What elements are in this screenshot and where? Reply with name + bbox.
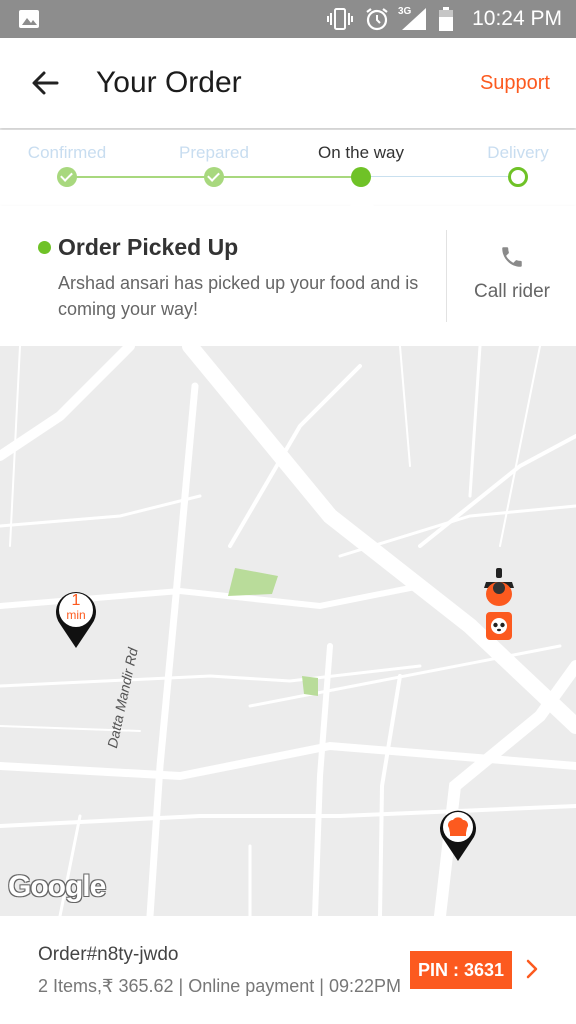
status-message: Arshad ansari has picked up your food an… <box>58 273 419 319</box>
gallery-icon <box>18 0 40 38</box>
phone-icon <box>502 247 522 267</box>
clock: 10:24 PM <box>472 7 562 30</box>
order-id: Order#n8ty-jwdo <box>38 944 179 965</box>
signal-icon: 3G <box>398 0 428 38</box>
page-title: Your Order <box>96 66 242 99</box>
step-label-on-the-way: On the way <box>318 143 404 162</box>
delivery-pin-badge: PIN : 3631 <box>410 951 512 989</box>
step-dot-delivery <box>508 167 528 187</box>
scooter-icon <box>484 568 514 640</box>
call-rider-button[interactable]: Call rider <box>460 244 564 303</box>
step-dot-confirmed <box>57 167 77 187</box>
network-type: 3G <box>398 6 412 17</box>
chevron-right-icon[interactable] <box>522 956 542 982</box>
card-divider <box>446 230 447 322</box>
google-logo: Google <box>8 870 106 903</box>
eta-map-pin[interactable]: 1 min <box>52 586 100 650</box>
step-dot-prepared <box>204 167 224 187</box>
progress-track-pending <box>361 176 518 177</box>
chef-hat-icon <box>440 810 476 861</box>
call-rider-label: Call rider <box>473 281 551 302</box>
status-title: Order Picked Up <box>58 234 239 260</box>
status-bar: 3G 10:24 PM <box>0 0 576 38</box>
step-label-confirmed: Confirmed <box>27 143 107 162</box>
vibrate-icon <box>326 0 354 38</box>
order-summary-footer[interactable]: Order#n8ty-jwdo 2 Items,₹ 365.62 | Onlin… <box>0 916 576 1024</box>
status-indicator-dot <box>38 241 51 254</box>
order-status-card: Order Picked Up Arshad ansari has picked… <box>0 206 576 346</box>
back-button[interactable] <box>26 64 64 102</box>
support-link[interactable]: Support <box>480 72 550 95</box>
step-label-prepared: Prepared <box>179 143 249 162</box>
alarm-icon <box>364 0 390 38</box>
delivery-map[interactable]: 1 min Datta Mandir Rd Google <box>0 346 576 916</box>
restaurant-map-pin[interactable] <box>437 806 479 862</box>
step-dot-on-the-way <box>351 167 371 187</box>
app-header: Your Order Support <box>0 38 576 128</box>
arrow-left-icon <box>32 71 59 95</box>
order-meta: 2 Items,₹ 365.62 | Online payment | 09:2… <box>38 976 401 996</box>
rider-marker[interactable] <box>480 568 518 642</box>
park-area <box>228 568 278 596</box>
order-progress-tracker <box>0 130 576 206</box>
eta-unit: min <box>66 608 86 622</box>
battery-icon <box>438 0 454 38</box>
progress-pointer <box>350 188 374 206</box>
step-label-delivery: Delivery <box>487 143 549 162</box>
park-area-small <box>302 676 318 696</box>
